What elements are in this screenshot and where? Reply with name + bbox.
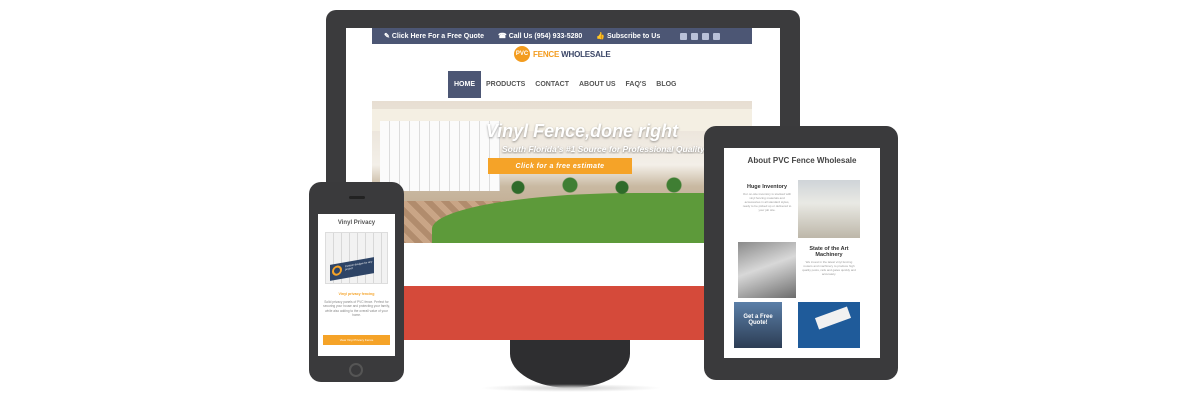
- badge-text: Custom designs for any project: [345, 260, 373, 272]
- nav-item-blog[interactable]: BLOG: [651, 71, 681, 98]
- facebook-icon[interactable]: [680, 32, 688, 40]
- promo-badge: Custom designs for any project: [330, 257, 374, 281]
- product-photo: [798, 302, 860, 348]
- nav-item-contact[interactable]: CONTACT: [530, 71, 574, 98]
- twitter-icon[interactable]: [691, 32, 699, 40]
- email-icon[interactable]: [713, 32, 721, 40]
- hero-banner: Vinyl Fence,done right South Florida's #…: [372, 101, 752, 243]
- logo-text: FENCE WHOLESALE: [533, 49, 611, 59]
- logo-mark: PVC: [514, 46, 530, 62]
- warehouse-photo: [798, 180, 860, 238]
- monitor-stand: [510, 340, 630, 388]
- phone-speaker: [349, 196, 365, 199]
- edit-icon: ✎: [384, 33, 390, 40]
- free-estimate-button[interactable]: Click for a free estimate: [488, 158, 632, 174]
- home-button: [349, 363, 363, 377]
- tablet-device: About PVC Fence Wholesale Huge Inventory…: [704, 126, 898, 380]
- subscribe-link[interactable]: 👍 Subscribe to Us: [596, 32, 660, 40]
- tablet-screen: About PVC Fence Wholesale Huge Inventory…: [724, 148, 880, 358]
- social-links: [680, 32, 721, 40]
- linkedin-icon[interactable]: [702, 32, 710, 40]
- phone-device: Vinyl Privacy Custom designs for any pro…: [309, 182, 404, 382]
- badge-ring-icon: [332, 264, 342, 277]
- free-quote-tile[interactable]: Get a Free Quote!: [734, 302, 782, 348]
- about-title: About PVC Fence Wholesale: [747, 156, 857, 165]
- vinyl-post-image: [814, 306, 852, 330]
- inventory-tile: Huge Inventory Our on-site inventory is …: [738, 180, 796, 238]
- phone-screen: Vinyl Privacy Custom designs for any pro…: [318, 214, 395, 356]
- nav-item-home[interactable]: HOME: [448, 71, 481, 98]
- free-quote-link[interactable]: ✎ Click Here For a Free Quote: [384, 32, 484, 40]
- vinyl-privacy-title: Vinyl Privacy: [337, 220, 376, 226]
- phone-icon: ☎: [498, 33, 507, 40]
- hero-subtitle: South Florida's #1 Source for Profession…: [501, 144, 752, 154]
- site-logo[interactable]: PVC FENCE WHOLESALE: [514, 46, 611, 62]
- machinery-tile: State of the Art Machinery We invest in …: [798, 242, 860, 298]
- inventory-text: Our on-site inventory is stocked with vi…: [742, 192, 792, 212]
- nav-item-products[interactable]: PRODUCTS: [481, 71, 530, 98]
- vinyl-privacy-description: Solid privacy panels of PVC fence. Perfe…: [323, 300, 390, 318]
- free-quote-tile-text: Get a Free Quote!: [743, 314, 773, 326]
- phone-link[interactable]: ☎ Call Us (954) 933-5280: [498, 32, 582, 40]
- nav-item-about-us[interactable]: ABOUT US: [574, 71, 621, 98]
- privacy-fence-image: Custom designs for any project: [325, 232, 388, 284]
- thumbs-up-icon: 👍: [596, 33, 605, 40]
- machinery-photo: [738, 242, 796, 298]
- machinery-text: We invest in the latest vinyl fencing ro…: [802, 260, 856, 276]
- main-nav: HOME PRODUCTS CONTACT ABOUT US FAQ'S BLO…: [448, 71, 682, 98]
- monitor-shadow: [480, 384, 662, 392]
- top-bar: ✎ Click Here For a Free Quote ☎ Call Us …: [372, 28, 752, 44]
- responsive-showcase: ✎ Click Here For a Free Quote ☎ Call Us …: [0, 0, 1200, 400]
- hero-title: Vinyl Fence,done right: [485, 121, 679, 141]
- vinyl-privacy-subtitle: Vinyl privacy fencing: [338, 292, 375, 296]
- nav-item-faqs[interactable]: FAQ'S: [621, 71, 652, 98]
- view-privacy-fence-button[interactable]: View Vinyl Privacy Fence: [323, 335, 390, 345]
- machinery-title: State of the Art Machinery: [809, 246, 849, 258]
